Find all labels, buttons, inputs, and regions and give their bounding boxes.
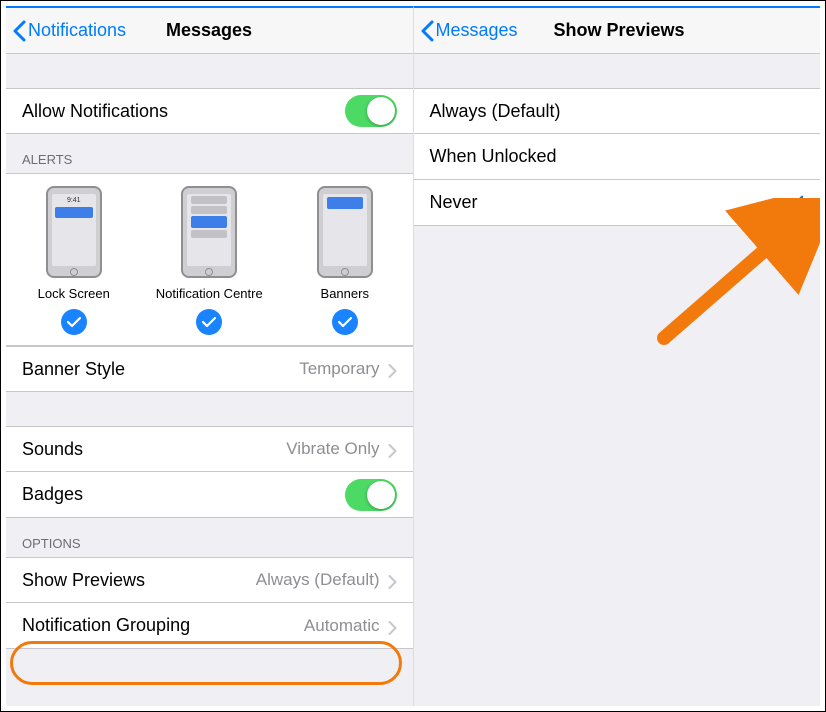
badges-switch[interactable] xyxy=(345,479,397,511)
alerts-header: ALERTS xyxy=(6,134,413,173)
chevron-right-icon xyxy=(388,362,397,376)
check-icon xyxy=(332,309,358,335)
check-icon xyxy=(784,195,804,211)
chevron-back-icon xyxy=(420,20,434,42)
row-label: Badges xyxy=(22,484,345,505)
phone-icon xyxy=(317,186,373,278)
notification-grouping-row[interactable]: Notification Grouping Automatic xyxy=(6,603,413,649)
row-label: Sounds xyxy=(22,439,286,460)
option-label: When Unlocked xyxy=(430,146,805,167)
option-label: Never xyxy=(430,192,785,213)
back-button[interactable]: Notifications xyxy=(6,20,126,42)
navbar-left: Notifications Messages xyxy=(6,8,413,54)
chevron-right-icon xyxy=(388,442,397,456)
chevron-right-icon xyxy=(388,619,397,633)
alert-type-label: Lock Screen xyxy=(38,286,110,301)
allow-notifications-switch[interactable] xyxy=(345,95,397,127)
back-button[interactable]: Messages xyxy=(414,20,518,42)
phone-icon xyxy=(181,186,237,278)
alert-type-label: Notification Centre xyxy=(156,286,263,301)
phone-icon: 9:41 xyxy=(46,186,102,278)
sounds-row[interactable]: Sounds Vibrate Only xyxy=(6,426,413,472)
navbar-right: Messages Show Previews xyxy=(414,8,821,54)
option-label: Always (Default) xyxy=(430,101,805,122)
banner-style-row[interactable]: Banner Style Temporary xyxy=(6,346,413,392)
show-previews-row[interactable]: Show Previews Always (Default) xyxy=(6,557,413,603)
badges-row[interactable]: Badges xyxy=(6,472,413,518)
back-label: Notifications xyxy=(28,20,126,41)
alert-type-label: Banners xyxy=(321,286,369,301)
check-icon xyxy=(61,309,87,335)
check-icon xyxy=(196,309,222,335)
preview-option-unlocked[interactable]: When Unlocked xyxy=(414,134,821,180)
chevron-right-icon xyxy=(388,573,397,587)
phone-time: 9:41 xyxy=(52,194,96,204)
options-header: OPTIONS xyxy=(6,518,413,557)
alert-types-panel: 9:41 Lock Screen xyxy=(6,173,413,346)
row-label: Banner Style xyxy=(22,359,299,380)
row-label: Show Previews xyxy=(22,570,256,591)
back-label: Messages xyxy=(436,20,518,41)
row-label: Allow Notifications xyxy=(22,101,345,122)
alert-type-lockscreen[interactable]: 9:41 Lock Screen xyxy=(14,186,134,335)
settings-messages-pane: Notifications Messages Allow Notificatio… xyxy=(6,6,414,706)
row-label: Notification Grouping xyxy=(22,615,304,636)
chevron-back-icon xyxy=(12,20,26,42)
row-value: Always (Default) xyxy=(256,570,380,590)
row-value: Automatic xyxy=(304,616,380,636)
alert-type-banners[interactable]: Banners xyxy=(285,186,405,335)
row-value: Vibrate Only xyxy=(286,439,379,459)
preview-option-always[interactable]: Always (Default) xyxy=(414,88,821,134)
row-value: Temporary xyxy=(299,359,379,379)
allow-notifications-row[interactable]: Allow Notifications xyxy=(6,88,413,134)
show-previews-pane: Messages Show Previews Always (Default) … xyxy=(414,6,821,706)
preview-option-never[interactable]: Never xyxy=(414,180,821,226)
alert-type-notificationcentre[interactable]: Notification Centre xyxy=(149,186,269,335)
